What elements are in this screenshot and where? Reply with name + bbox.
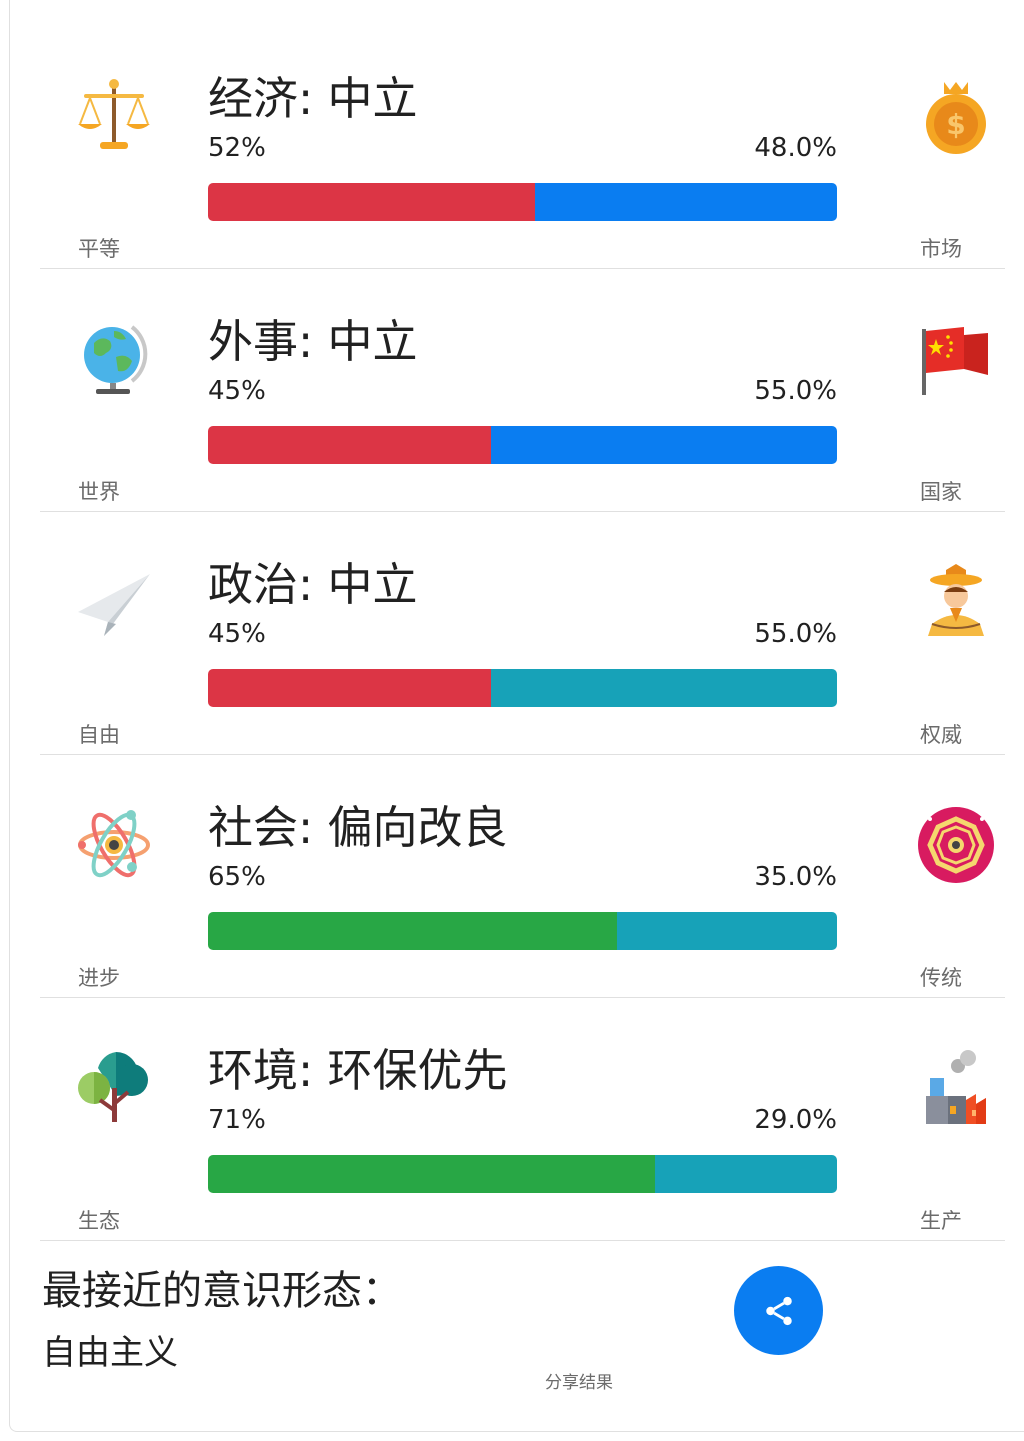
svg-text:$: $ [946, 108, 965, 141]
axis-bar [208, 426, 837, 464]
money-bag-icon: $ [916, 76, 996, 156]
axis-bar [208, 1155, 837, 1193]
axis-row-economy: 经济: 中立 52% 48.0% $ 平等 市场 [40, 26, 1005, 269]
emperor-icon [916, 562, 996, 642]
left-percentage: 45% [208, 619, 266, 649]
axis-title: 社会: 偏向改良 [208, 801, 508, 854]
globe-icon [74, 319, 154, 399]
axis-title: 政治: 中立 [208, 558, 418, 611]
right-percentage: 48.0% [754, 133, 837, 163]
right-pole-label: 生产 [920, 1209, 962, 1233]
axis-title: 环境: 环保优先 [208, 1044, 508, 1097]
axis-row-diplomacy: 外事: 中立 45% 55.0% 世界 国家 [40, 269, 1005, 512]
closest-ideology-value: 自由主义 [42, 1333, 178, 1373]
share-results-label[interactable]: 分享结果 [545, 1368, 613, 1393]
bar-right-segment [654, 1155, 837, 1193]
left-pole-label: 生态 [78, 1209, 120, 1233]
bagua-icon [916, 805, 996, 885]
axis-row-politics: 政治: 中立 45% 55.0% 自由 权威 [40, 512, 1005, 755]
left-percentage: 65% [208, 862, 266, 892]
bar-left-segment [208, 426, 492, 464]
axis-bar [208, 183, 837, 221]
right-percentage: 29.0% [754, 1105, 837, 1135]
right-percentage: 55.0% [754, 619, 837, 649]
right-percentage: 35.0% [754, 862, 837, 892]
left-pole-label: 进步 [78, 966, 120, 990]
bar-left-segment [208, 1155, 655, 1193]
bar-left-segment [208, 912, 617, 950]
right-pole-label: 国家 [920, 480, 962, 504]
share-button[interactable] [734, 1266, 823, 1355]
axis-bar [208, 669, 837, 707]
scales-icon [74, 76, 154, 156]
left-pole-label: 自由 [78, 723, 120, 747]
left-percentage: 45% [208, 376, 266, 406]
flag-icon [916, 319, 996, 399]
right-percentage: 55.0% [754, 376, 837, 406]
right-pole-label: 权威 [920, 723, 962, 747]
axis-title: 外事: 中立 [208, 315, 418, 368]
axis-title: 经济: 中立 [208, 72, 418, 125]
left-pole-label: 世界 [78, 480, 120, 504]
closest-ideology-heading: 最接近的意识形态： [42, 1268, 402, 1314]
bar-left-segment [208, 669, 492, 707]
bar-right-segment [535, 183, 837, 221]
atom-icon [74, 805, 154, 885]
bar-left-segment [208, 183, 536, 221]
axis-bar [208, 912, 837, 950]
right-pole-label: 市场 [920, 237, 962, 261]
axis-row-society: 社会: 偏向改良 65% 35.0% 进步 传统 [40, 755, 1005, 998]
right-pole-label: 传统 [920, 966, 962, 990]
paper-plane-icon [74, 562, 154, 642]
tree-icon [74, 1048, 154, 1128]
divider [40, 1240, 1005, 1241]
left-percentage: 71% [208, 1105, 266, 1135]
share-icon [765, 1296, 792, 1325]
bar-right-segment [491, 669, 837, 707]
bar-right-segment [491, 426, 837, 464]
bar-right-segment [616, 912, 837, 950]
left-pole-label: 平等 [78, 237, 120, 261]
left-percentage: 52% [208, 133, 266, 163]
axis-row-environment: 环境: 环保优先 71% 29.0% 生态 生产 [40, 998, 1005, 1241]
factory-icon [916, 1048, 996, 1128]
